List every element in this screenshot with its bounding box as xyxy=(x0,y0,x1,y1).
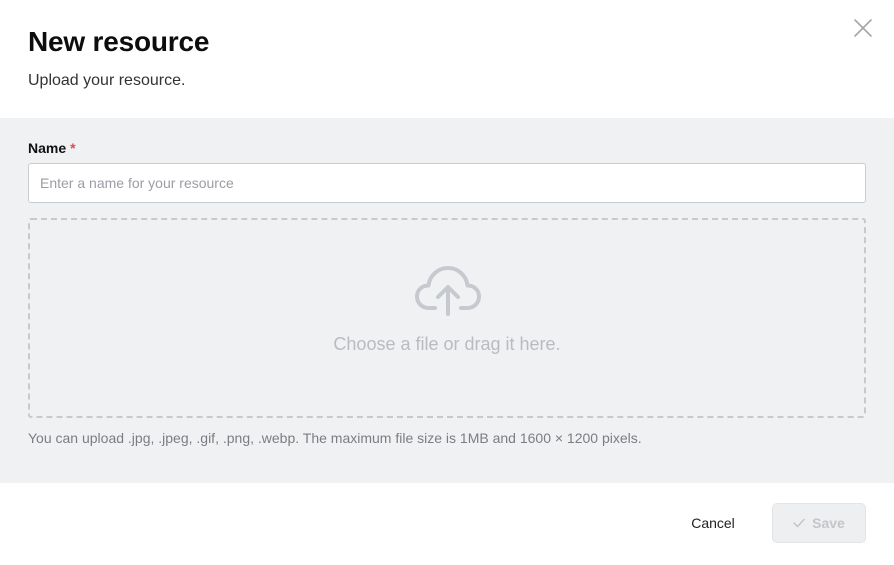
dialog-subtitle: Upload your resource. xyxy=(28,72,186,89)
close-icon xyxy=(854,19,872,37)
dropzone-prompt: Choose a file or drag it here. xyxy=(333,334,561,354)
name-field-label: Name * xyxy=(28,140,76,156)
name-input[interactable] xyxy=(28,163,866,203)
required-marker: * xyxy=(70,140,76,156)
name-label-text: Name xyxy=(28,140,67,156)
save-button[interactable]: Save xyxy=(772,503,866,543)
new-resource-dialog: New resource Upload your resource. Name *… xyxy=(0,0,894,565)
dialog-header: New resource Upload your resource. xyxy=(0,0,894,118)
check-icon xyxy=(793,518,805,528)
dialog-title: New resource xyxy=(28,26,210,57)
cloud-upload-icon xyxy=(415,266,481,316)
dialog-body: Name* Choose a file or drag it here. You… xyxy=(0,118,894,483)
cancel-button[interactable]: Cancel xyxy=(676,503,750,543)
save-label: Save xyxy=(812,515,845,531)
dialog-footer: Cancel Save xyxy=(0,483,894,565)
file-dropzone[interactable]: Choose a file or drag it here. xyxy=(28,218,866,418)
upload-hint: You can upload .jpg, .jpeg, .gif, .png, … xyxy=(28,430,642,446)
close-button[interactable] xyxy=(850,15,876,41)
